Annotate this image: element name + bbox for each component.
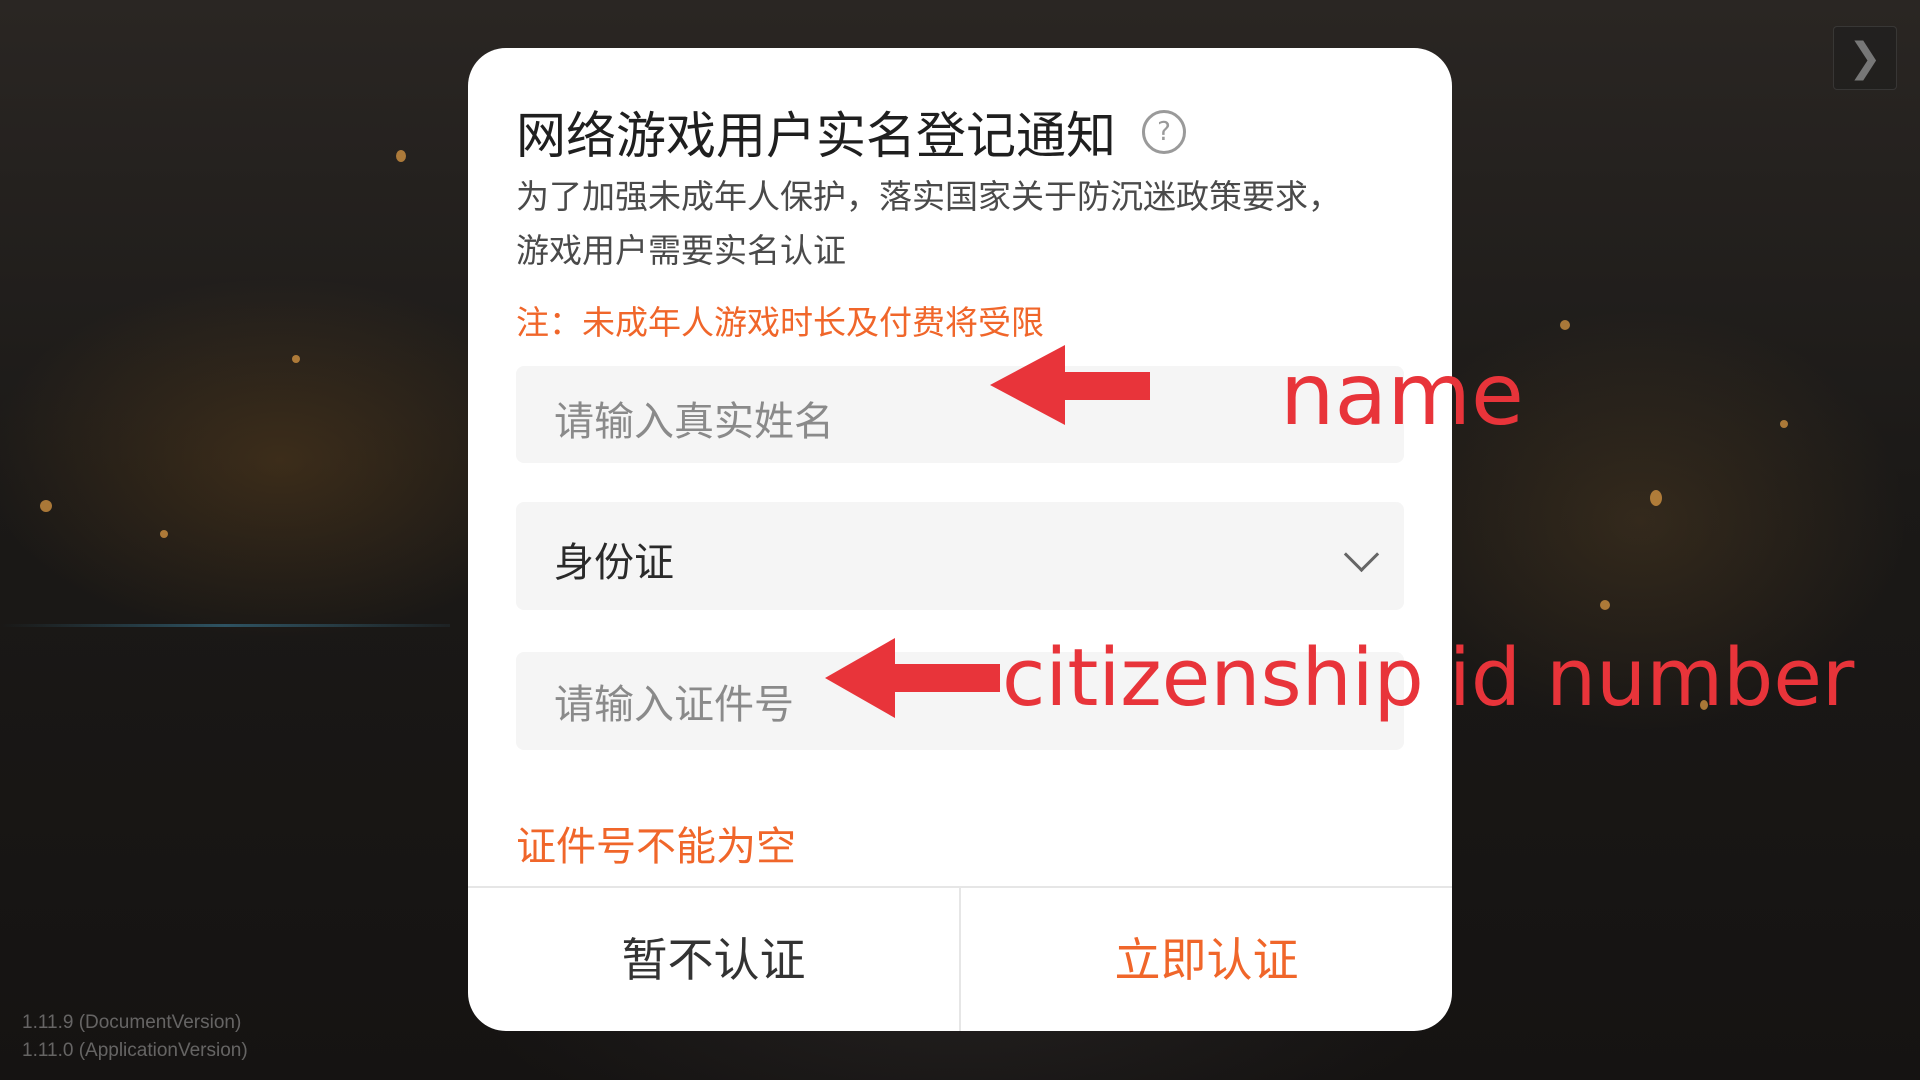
description-line: 游戏用户需要实名认证 [516, 231, 846, 270]
background-light [292, 355, 300, 363]
id-type-select[interactable]: 身份证 [516, 502, 1404, 610]
description-line: 为了加强未成年人保护，落实国家关于防沉迷政策要求， [516, 177, 1341, 216]
background-light-streak [0, 624, 450, 627]
id-number-error-message: 证件号不能为空 [516, 824, 796, 870]
arrow-shape [825, 638, 1000, 718]
application-version-text: 1.11.0 (ApplicationVersion) [22, 1040, 248, 1061]
background-light [396, 150, 406, 162]
background-light [160, 530, 168, 538]
background-light [40, 500, 52, 512]
dialog-description: 为了加强未成年人保护，落实国家关于防沉迷政策要求， 游戏用户需要实名认证 [516, 170, 1416, 278]
document-version-text: 1.11.9 (DocumentVersion) [22, 1012, 242, 1033]
name-annotation-label: name [1280, 345, 1524, 445]
id-type-selected-value: 身份证 [554, 540, 674, 586]
dialog-footer: 暂不认证 立即认证 [468, 886, 1452, 1031]
skip-verification-button[interactable]: 暂不认证 [468, 888, 961, 1031]
next-arrow-button[interactable]: ❯ [1833, 26, 1897, 90]
id-annotation-label: citizenship id number [1002, 632, 1855, 724]
background-light [1780, 420, 1788, 428]
id-number-input-placeholder: 请输入证件号 [554, 682, 794, 728]
name-annotation-arrow [990, 345, 1150, 425]
name-input[interactable]: 请输入真实姓名 [516, 366, 1404, 463]
real-name-registration-dialog: 网络游戏用户实名登记通知 ? 为了加强未成年人保护，落实国家关于防沉迷政策要求，… [468, 48, 1452, 1031]
arrow-shape [990, 345, 1150, 425]
verify-now-button[interactable]: 立即认证 [961, 888, 1452, 1031]
background-light [1560, 320, 1570, 330]
dialog-header: 网络游戏用户实名登记通知 ? [516, 96, 1186, 168]
restriction-note: 注：未成年人游戏时长及付费将受限 [516, 303, 1044, 342]
chevron-down-icon [1343, 536, 1380, 573]
id-annotation-arrow [825, 638, 1000, 718]
name-input-placeholder: 请输入真实姓名 [554, 399, 834, 445]
question-circle-icon[interactable]: ? [1142, 110, 1186, 154]
dialog-title: 网络游戏用户实名登记通知 [516, 107, 1116, 165]
background-light [1600, 600, 1610, 610]
background-light [1650, 490, 1662, 506]
